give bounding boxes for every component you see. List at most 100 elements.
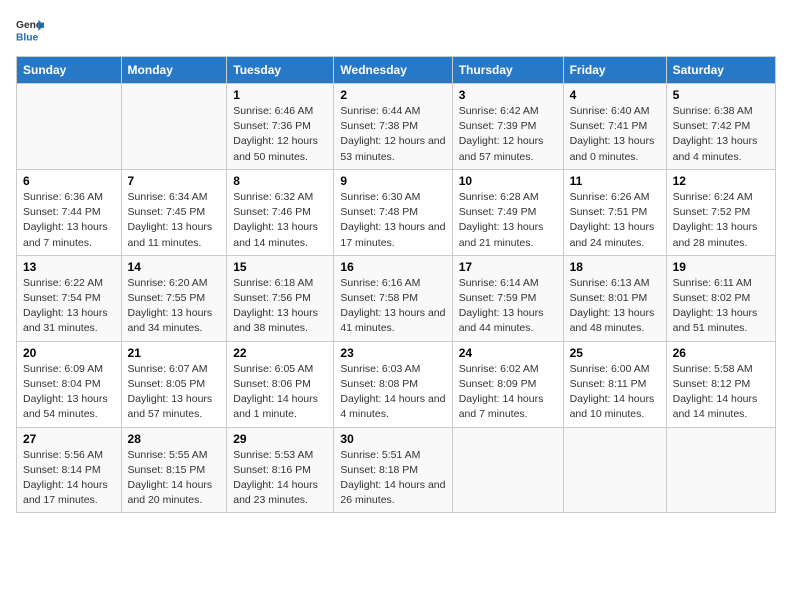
column-header-saturday: Saturday [666,57,775,84]
day-cell: 19Sunrise: 6:11 AMSunset: 8:02 PMDayligh… [666,255,775,341]
day-detail: Sunrise: 6:14 AMSunset: 7:59 PMDaylight:… [459,276,557,337]
day-number: 23 [340,346,445,360]
day-detail: Sunrise: 6:44 AMSunset: 7:38 PMDaylight:… [340,104,445,165]
day-detail: Sunrise: 6:20 AMSunset: 7:55 PMDaylight:… [128,276,221,337]
day-detail: Sunrise: 6:40 AMSunset: 7:41 PMDaylight:… [570,104,660,165]
day-number: 27 [23,432,115,446]
header-row: SundayMondayTuesdayWednesdayThursdayFrid… [17,57,776,84]
week-row-3: 13Sunrise: 6:22 AMSunset: 7:54 PMDayligh… [17,255,776,341]
day-number: 8 [233,174,327,188]
day-detail: Sunrise: 6:46 AMSunset: 7:36 PMDaylight:… [233,104,327,165]
day-cell [452,427,563,513]
day-cell: 24 Sunrise: 6:02 AMSunset: 8:09 PMDayligh… [452,341,563,427]
day-cell: 28 Sunrise: 5:55 AMSunset: 8:15 PMDayligh… [121,427,227,513]
day-detail: Sunrise: 6:13 AMSunset: 8:01 PMDaylight:… [570,276,660,337]
day-number: 15 [233,260,327,274]
day-number: 29 [233,432,327,446]
column-header-tuesday: Tuesday [227,57,334,84]
day-cell: 2Sunrise: 6:44 AMSunset: 7:38 PMDaylight… [334,84,452,170]
day-detail: Sunrise: 6:26 AMSunset: 7:51 PMDaylight:… [570,190,660,251]
day-number: 28 [128,432,221,446]
day-detail: Sunrise: 6:00 AMSunset: 8:11 PMDaylight:… [570,362,660,423]
day-detail: Sunrise: 6:09 AMSunset: 8:04 PMDaylight:… [23,362,115,423]
day-detail: Sunrise: 6:38 AMSunset: 7:42 PMDaylight:… [673,104,769,165]
day-detail: Sunrise: 5:55 AMSunset: 8:15 PMDaylight:… [128,448,221,509]
day-detail: Sunrise: 6:02 AMSunset: 8:09 PMDaylight:… [459,362,557,423]
day-detail: Sunrise: 6:32 AMSunset: 7:46 PMDaylight:… [233,190,327,251]
day-detail: Sunrise: 6:18 AMSunset: 7:56 PMDaylight:… [233,276,327,337]
day-cell: 6 Sunrise: 6:36 AMSunset: 7:44 PMDaylight… [17,169,122,255]
day-cell: 26 Sunrise: 5:58 AMSunset: 8:12 PMDayligh… [666,341,775,427]
day-cell: 4 Sunrise: 6:40 AMSunset: 7:41 PMDaylight… [563,84,666,170]
day-cell: 18 Sunrise: 6:13 AMSunset: 8:01 PMDayligh… [563,255,666,341]
day-cell: 17 Sunrise: 6:14 AMSunset: 7:59 PMDayligh… [452,255,563,341]
day-cell: 13Sunrise: 6:22 AMSunset: 7:54 PMDayligh… [17,255,122,341]
day-cell: 5 Sunrise: 6:38 AMSunset: 7:42 PMDaylight… [666,84,775,170]
week-row-1: 1 Sunrise: 6:46 AMSunset: 7:36 PMDaylight… [17,84,776,170]
day-number: 20 [23,346,115,360]
day-detail: Sunrise: 6:05 AMSunset: 8:06 PMDaylight:… [233,362,327,423]
svg-text:Blue: Blue [16,32,39,43]
day-cell: 23 Sunrise: 6:03 AMSunset: 8:08 PMDayligh… [334,341,452,427]
day-detail: Sunrise: 6:42 AMSunset: 7:39 PMDaylight:… [459,104,557,165]
day-detail: Sunrise: 5:51 AMSunset: 8:18 PMDaylight:… [340,448,445,509]
day-detail: Sunrise: 5:58 AMSunset: 8:12 PMDaylight:… [673,362,769,423]
day-cell [17,84,122,170]
day-number: 11 [570,174,660,188]
day-number: 24 [459,346,557,360]
day-cell [666,427,775,513]
day-detail: Sunrise: 6:07 AMSunset: 8:05 PMDaylight:… [128,362,221,423]
day-detail: Sunrise: 6:36 AMSunset: 7:44 PMDaylight:… [23,190,115,251]
day-cell: 15 Sunrise: 6:18 AMSunset: 7:56 PMDayligh… [227,255,334,341]
day-cell: 9 Sunrise: 6:30 AMSunset: 7:48 PMDaylight… [334,169,452,255]
logo: General Blue [16,16,44,44]
day-detail: Sunrise: 5:56 AMSunset: 8:14 PMDaylight:… [23,448,115,509]
week-row-4: 20 Sunrise: 6:09 AMSunset: 8:04 PMDayligh… [17,341,776,427]
day-number: 16 [340,260,445,274]
day-detail: Sunrise: 6:34 AMSunset: 7:45 PMDaylight:… [128,190,221,251]
day-number: 18 [570,260,660,274]
day-cell: 30 Sunrise: 5:51 AMSunset: 8:18 PMDayligh… [334,427,452,513]
day-number: 26 [673,346,769,360]
day-cell: 12Sunrise: 6:24 AMSunset: 7:52 PMDayligh… [666,169,775,255]
day-number: 25 [570,346,660,360]
day-cell [563,427,666,513]
day-number: 13 [23,260,115,274]
day-number: 6 [23,174,115,188]
day-number: 7 [128,174,221,188]
column-header-friday: Friday [563,57,666,84]
day-number: 14 [128,260,221,274]
calendar-table: SundayMondayTuesdayWednesdayThursdayFrid… [16,56,776,513]
day-detail: Sunrise: 6:24 AMSunset: 7:52 PMDaylight:… [673,190,769,251]
day-number: 10 [459,174,557,188]
day-detail: Sunrise: 6:28 AMSunset: 7:49 PMDaylight:… [459,190,557,251]
day-number: 21 [128,346,221,360]
day-cell: 22Sunrise: 6:05 AMSunset: 8:06 PMDayligh… [227,341,334,427]
day-cell: 8 Sunrise: 6:32 AMSunset: 7:46 PMDaylight… [227,169,334,255]
day-cell: 27 Sunrise: 5:56 AMSunset: 8:14 PMDayligh… [17,427,122,513]
day-cell: 10 Sunrise: 6:28 AMSunset: 7:49 PMDayligh… [452,169,563,255]
column-header-thursday: Thursday [452,57,563,84]
day-number: 17 [459,260,557,274]
day-number: 19 [673,260,769,274]
day-number: 5 [673,88,769,102]
day-cell: 20 Sunrise: 6:09 AMSunset: 8:04 PMDayligh… [17,341,122,427]
day-detail: Sunrise: 6:03 AMSunset: 8:08 PMDaylight:… [340,362,445,423]
header: General Blue [16,16,776,44]
day-number: 30 [340,432,445,446]
day-number: 4 [570,88,660,102]
day-cell: 11 Sunrise: 6:26 AMSunset: 7:51 PMDayligh… [563,169,666,255]
day-detail: Sunrise: 6:16 AMSunset: 7:58 PMDaylight:… [340,276,445,337]
day-detail: Sunrise: 6:30 AMSunset: 7:48 PMDaylight:… [340,190,445,251]
column-header-monday: Monday [121,57,227,84]
day-cell: 29Sunrise: 5:53 AMSunset: 8:16 PMDayligh… [227,427,334,513]
logo-icon: General Blue [16,16,44,44]
day-cell: 1 Sunrise: 6:46 AMSunset: 7:36 PMDaylight… [227,84,334,170]
week-row-2: 6 Sunrise: 6:36 AMSunset: 7:44 PMDaylight… [17,169,776,255]
day-number: 1 [233,88,327,102]
day-cell: 14 Sunrise: 6:20 AMSunset: 7:55 PMDayligh… [121,255,227,341]
day-number: 3 [459,88,557,102]
column-header-sunday: Sunday [17,57,122,84]
day-cell: 7 Sunrise: 6:34 AMSunset: 7:45 PMDaylight… [121,169,227,255]
day-number: 9 [340,174,445,188]
